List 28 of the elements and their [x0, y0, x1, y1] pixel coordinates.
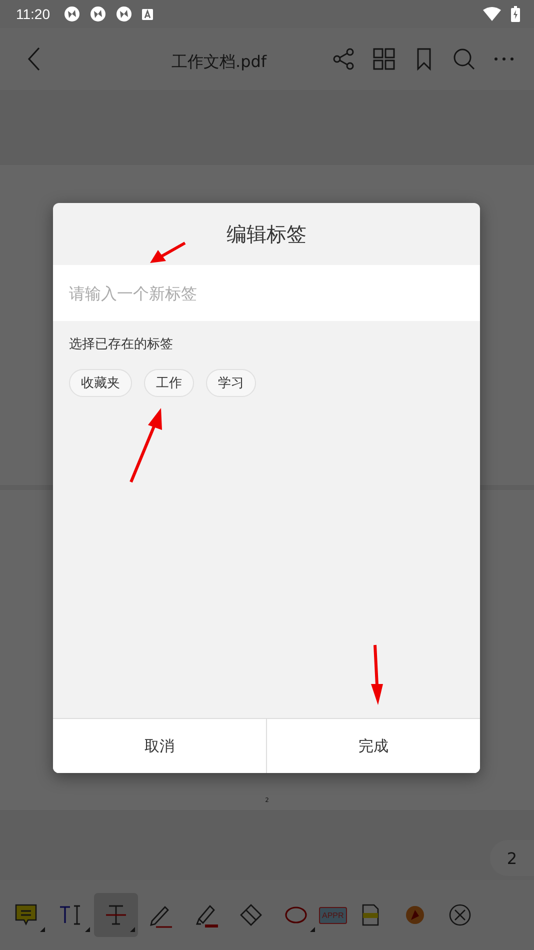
annotation-arrow — [371, 644, 383, 705]
battery-icon — [511, 6, 520, 22]
wifi-icon — [483, 7, 501, 21]
notification-icon — [64, 6, 80, 22]
grid-icon — [372, 47, 396, 71]
tag-input-field[interactable]: 请输入一个新标签 — [53, 265, 480, 321]
tag-chip[interactable]: 工作 — [144, 369, 194, 397]
section-label: 选择已存在的标签 — [68, 336, 174, 354]
annotation-arrow — [150, 242, 186, 263]
close-icon — [446, 902, 473, 928]
notification-icon — [90, 6, 106, 22]
share-icon — [332, 47, 356, 71]
more-icon — [494, 57, 514, 61]
tag-chip[interactable]: 学习 — [206, 369, 256, 397]
keyboard-icon — [142, 8, 153, 20]
document-title: 工作文档.pdf — [170, 52, 268, 72]
highlighter-icon — [193, 902, 219, 928]
notification-icon — [116, 6, 132, 22]
search-icon — [452, 47, 476, 71]
dialog-button[interactable]: 完成 — [266, 719, 480, 773]
status-time: 11:20 — [16, 6, 50, 22]
tag-chip[interactable]: 收藏夹 — [69, 369, 132, 397]
eraser-icon — [238, 902, 264, 928]
tool-button[interactable] — [94, 893, 138, 937]
chevron-left-icon — [27, 47, 41, 71]
dialog-title: 编辑标签 — [226, 220, 306, 248]
page-badge: 2 — [490, 840, 534, 876]
comment-icon — [13, 902, 39, 928]
